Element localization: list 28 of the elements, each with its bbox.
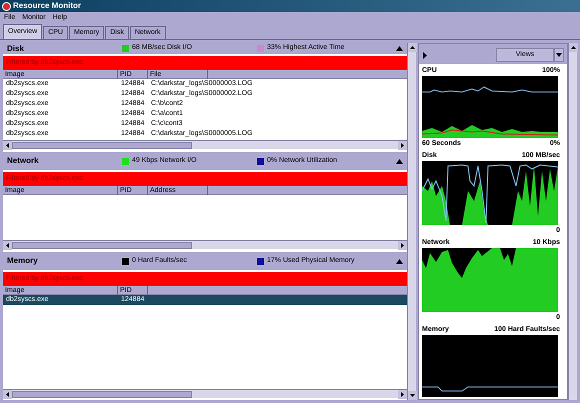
expand-arrow-icon[interactable]	[422, 52, 428, 58]
collapse-arrow-icon[interactable]	[396, 46, 403, 51]
vertical-scrollbar[interactable]	[568, 43, 577, 400]
section-title: Network	[7, 155, 40, 167]
scroll-up-icon[interactable]	[569, 43, 578, 52]
vertical-scrollbar[interactable]	[407, 43, 416, 400]
scroll-thumb[interactable]	[12, 142, 192, 148]
scroll-thumb[interactable]	[12, 242, 192, 248]
scroll-left-icon[interactable]	[3, 390, 12, 398]
scroll-left-icon[interactable]	[3, 140, 12, 150]
horizontal-scrollbar[interactable]	[3, 240, 407, 249]
scroll-right-icon[interactable]	[398, 140, 407, 150]
horizontal-scrollbar[interactable]	[3, 389, 407, 398]
window-title: Resource Monitor	[13, 0, 82, 12]
collapse-arrow-icon[interactable]	[396, 158, 403, 164]
scroll-left-icon[interactable]	[3, 240, 12, 250]
caret-icon	[556, 53, 562, 57]
scroll-right-icon[interactable]	[398, 240, 407, 250]
scroll-right-icon[interactable]	[398, 390, 407, 398]
section-title: Disk	[7, 43, 25, 54]
horizontal-scrollbar[interactable]	[3, 140, 407, 149]
collapse-arrow-icon[interactable]	[396, 258, 403, 264]
scroll-thumb[interactable]	[12, 390, 192, 398]
app-icon	[2, 2, 11, 10]
scroll-down-icon[interactable]	[408, 391, 417, 400]
scroll-up-icon[interactable]	[408, 43, 417, 52]
section-title: Memory	[7, 255, 39, 267]
views-dropdown-button[interactable]	[554, 48, 564, 62]
